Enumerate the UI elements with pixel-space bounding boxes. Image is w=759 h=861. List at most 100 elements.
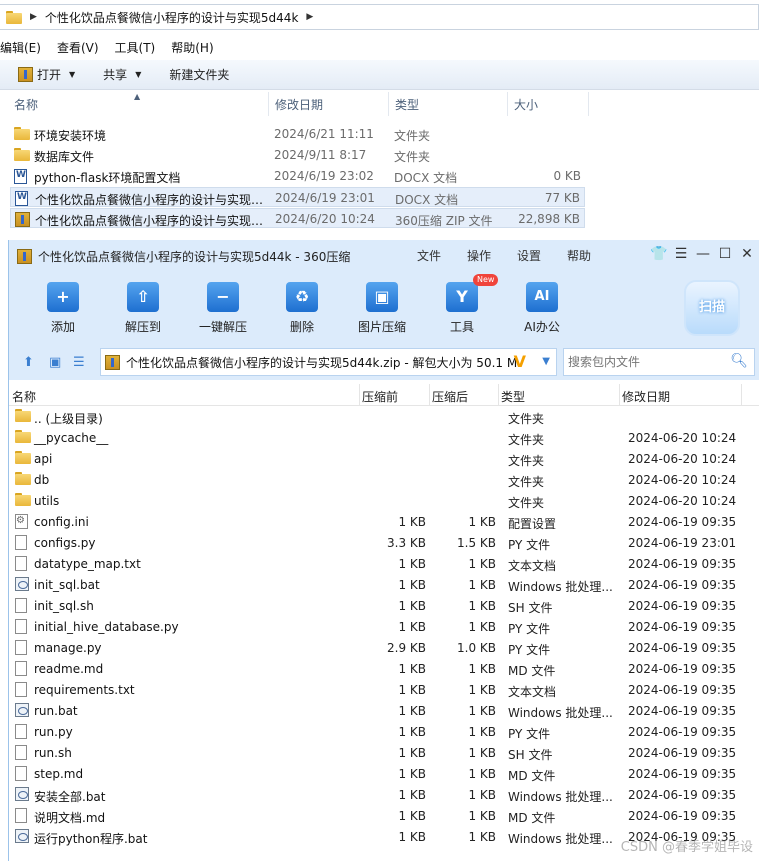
breadcrumb[interactable]: 个性化饮品点餐微信小程序的设计与实现5d44k (45, 9, 298, 26)
open-button[interactable]: 打开 ▼ (18, 66, 75, 83)
archive-path[interactable]: 个性化饮品点餐微信小程序的设计与实现5d44k.zip - 解包大小为 50.1… (100, 348, 557, 376)
menu-settings[interactable]: 设置 (517, 247, 541, 264)
menu-operate[interactable]: 操作 (467, 247, 491, 264)
extract-to-button[interactable]: ⇧ 解压到 (108, 282, 178, 335)
table-row[interactable]: config.ini 1 KB 1 KB 配置设置 2024-06-19 09:35 (9, 511, 759, 532)
new-folder-button[interactable]: 新建文件夹 (169, 66, 229, 83)
cell-before: 2.9 KB (387, 641, 426, 655)
file-icon (15, 556, 27, 571)
view-list-icon[interactable]: ☰ (73, 355, 85, 370)
up-arrow-icon[interactable]: ⬆ (23, 355, 34, 370)
table-row[interactable]: initial_hive_database.py 1 KB 1 KB PY 文件 202… (9, 616, 759, 637)
share-button[interactable]: 共享 ▼ (103, 66, 141, 83)
file-date: 2024/6/19 23:02 (274, 169, 374, 183)
menu-file[interactable]: 文件 (417, 247, 441, 264)
list-item[interactable]: 个性化饮品点餐微信小程序的设计与实现5d44k 2024/6/20 10:24 36… (10, 208, 585, 228)
file-icon (15, 808, 27, 823)
maximize-button[interactable]: ☐ (714, 246, 736, 262)
chevron-down-icon[interactable]: ▼ (542, 356, 550, 367)
table-row[interactable]: .. (上级目录) 文件夹 (9, 406, 759, 427)
table-row[interactable]: __pycache__ 文件夹 2024-06-20 10:24 (9, 427, 759, 448)
file-name: python-flask环境配置文档 (34, 171, 181, 185)
minimize-button[interactable]: — (692, 246, 714, 262)
menu-bar: 文件 操作 设置 帮助 (417, 247, 617, 264)
list-item[interactable]: python-flask环境配置文档 2024/6/19 23:02 DOCX 文档… (10, 166, 585, 186)
tools-button[interactable]: Y 工具 New (427, 274, 499, 335)
col-type[interactable]: 类型 (395, 96, 419, 114)
cell-type: MD 文件 (508, 664, 556, 678)
chevron-right-icon[interactable]: ▶ (306, 12, 313, 22)
tools-icon: Y (446, 282, 478, 312)
list-item[interactable]: 环境安装环境 2024/6/21 11:11 文件夹 (10, 124, 585, 144)
table-row[interactable]: run.sh 1 KB 1 KB SH 文件 2024-06-19 09:35 (9, 742, 759, 763)
add-button[interactable]: + 添加 (28, 282, 98, 335)
close-button[interactable]: ✕ (736, 246, 758, 262)
cell-before: 1 KB (398, 620, 426, 634)
table-row[interactable]: readme.md 1 KB 1 KB MD 文件 2024-06-19 09:35 (9, 658, 759, 679)
cell-before: 1 KB (398, 767, 426, 781)
file-icon (15, 619, 27, 634)
cell-date: 2024-06-19 09:35 (628, 515, 737, 529)
menu-tools[interactable]: 工具(T) (115, 39, 156, 56)
table-row[interactable]: 说明文档.md 1 KB 1 KB MD 文件 2024-06-19 09:35 (9, 805, 759, 826)
cell-name: requirements.txt (34, 683, 135, 697)
table-row[interactable]: run.py 1 KB 1 KB PY 文件 2024-06-19 09:35 (9, 721, 759, 742)
file-name: 数据库文件 (34, 150, 95, 164)
view-thumbnail-icon[interactable]: ▣ (49, 355, 61, 370)
table-row[interactable]: init_sql.bat 1 KB 1 KB Windows 批处理... 2024-0… (9, 574, 759, 595)
one-click-extract-button[interactable]: − 一键解压 (188, 282, 258, 335)
cell-name: datatype_map.txt (34, 557, 141, 571)
scan-button[interactable]: 扫描 (684, 280, 740, 336)
cell-after: 1 KB (468, 515, 496, 529)
col-date[interactable]: 修改日期 (275, 96, 323, 114)
col-size[interactable]: 大小 (514, 96, 538, 114)
table-row[interactable]: api 文件夹 2024-06-20 10:24 (9, 448, 759, 469)
table-row[interactable]: manage.py 2.9 KB 1.0 KB PY 文件 2024-06-19 09:… (9, 637, 759, 658)
col-after[interactable]: 压缩后 (432, 388, 468, 405)
table-row[interactable]: 安装全部.bat 1 KB 1 KB Windows 批处理... 2024-06-19… (9, 784, 759, 805)
col-type[interactable]: 类型 (501, 388, 525, 405)
cell-type: MD 文件 (508, 811, 556, 825)
col-name[interactable]: 名称 (14, 96, 38, 114)
cell-type: 配置设置 (508, 517, 557, 531)
table-row[interactable]: utils 文件夹 2024-06-20 10:24 (9, 490, 759, 511)
list-item[interactable]: 数据库文件 2024/9/11 8:17 文件夹 (10, 145, 585, 165)
menu-view[interactable]: 查看(V) (57, 39, 99, 56)
table-row[interactable]: requirements.txt 1 KB 1 KB 文本文档 2024-06-19 0… (9, 679, 759, 700)
menu-edit[interactable]: 编辑(E) (0, 39, 41, 56)
table-row[interactable]: datatype_map.txt 1 KB 1 KB 文本文档 2024-06-19 0… (9, 553, 759, 574)
cell-name: db (34, 473, 50, 487)
vip-icon[interactable]: V (514, 352, 526, 371)
cell-date: 2024-06-19 23:01 (628, 536, 737, 550)
skin-icon[interactable]: 👕 (648, 246, 670, 262)
ai-office-button[interactable]: AI AI办公 (507, 282, 577, 335)
chevron-right-icon[interactable]: ▶ (30, 12, 37, 22)
col-date[interactable]: 修改日期 (622, 388, 670, 405)
cell-name: run.sh (34, 746, 72, 760)
search-box[interactable]: 🔍︎ (563, 348, 755, 376)
table-row[interactable]: step.md 1 KB 1 KB MD 文件 2024-06-19 09:35 (9, 763, 759, 784)
delete-button[interactable]: ♻ 删除 (267, 282, 337, 335)
cell-after: 1 KB (468, 767, 496, 781)
table-row[interactable]: db 文件夹 2024-06-20 10:24 (9, 469, 759, 490)
cell-type: Windows 批处理... (508, 706, 612, 720)
cell-date: 2024-06-19 09:35 (628, 578, 737, 592)
chevron-down-icon: ▼ (135, 70, 142, 79)
file-size: 22,898 KB (518, 212, 580, 226)
menu-help[interactable]: 帮助(H) (171, 39, 213, 56)
search-icon[interactable]: 🔍︎ (730, 353, 748, 369)
archive-column-header: 名称 压缩前 压缩后 类型 修改日期 (9, 384, 759, 406)
table-row[interactable]: init_sql.sh 1 KB 1 KB SH 文件 2024-06-19 09:35 (9, 595, 759, 616)
search-input[interactable] (568, 349, 728, 375)
col-before[interactable]: 压缩前 (362, 388, 398, 405)
address-bar[interactable]: ▶ 个性化饮品点餐微信小程序的设计与实现5d44k ▶ (0, 4, 759, 30)
menu-help[interactable]: 帮助 (567, 247, 591, 264)
col-name[interactable]: 名称 (12, 388, 36, 405)
cell-type: 文本文档 (508, 559, 557, 573)
table-row[interactable]: configs.py 3.3 KB 1.5 KB PY 文件 2024-06-19 23… (9, 532, 759, 553)
feedback-icon[interactable]: ☰ (670, 246, 692, 262)
table-row[interactable]: run.bat 1 KB 1 KB Windows 批处理... 2024-06-19 … (9, 700, 759, 721)
image-compress-button[interactable]: ▣ 图片压缩 (347, 282, 417, 335)
list-item[interactable]: 个性化饮品点餐微信小程序的设计与实现5d44k 2024/6/19 23:01 DO… (10, 187, 585, 207)
cell-before: 1 KB (398, 578, 426, 592)
